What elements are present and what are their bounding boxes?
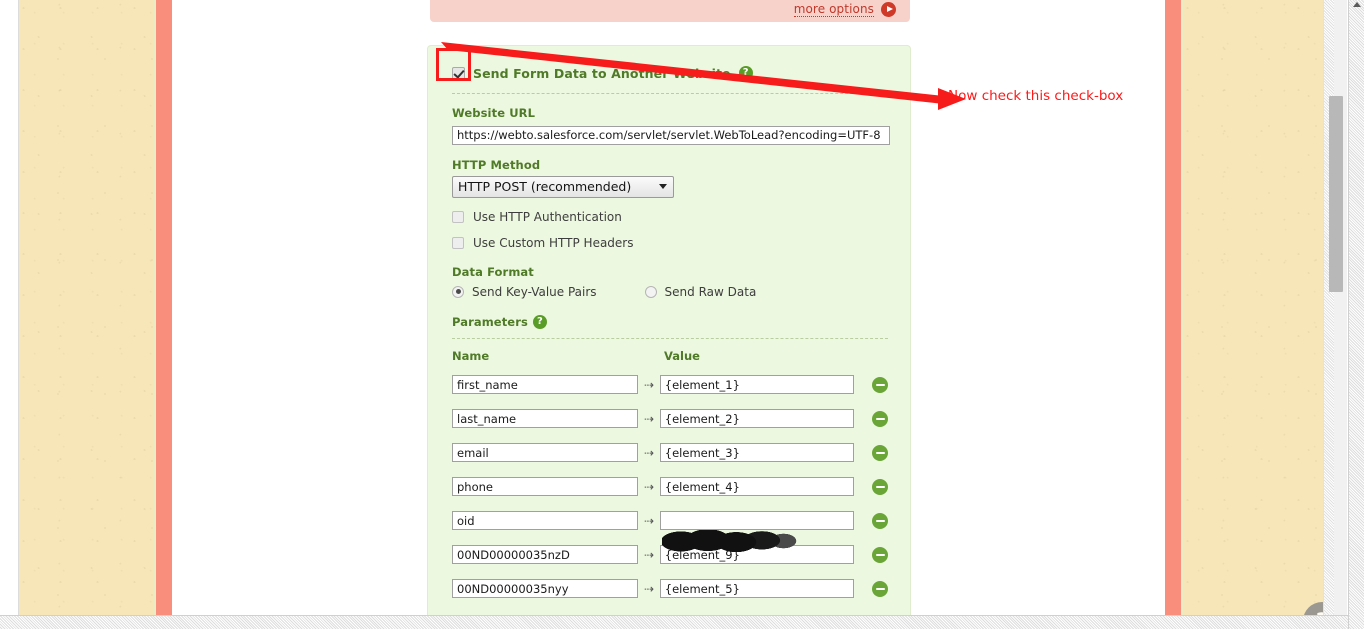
website-url-input[interactable] xyxy=(452,125,890,145)
more-options-link[interactable]: more options xyxy=(793,2,874,17)
parameter-name-input[interactable] xyxy=(452,409,639,428)
section-header: Send Form Data to Another Website ? xyxy=(452,63,888,83)
parameters-header: Parameters ? xyxy=(452,314,888,329)
parameters-rows: ⇢ ⇢ ⇢ ⇢ ⇢ ⇢ ⇢ xyxy=(452,368,888,606)
play-circle-icon[interactable] xyxy=(881,2,896,17)
parameter-row: ⇢ xyxy=(452,368,888,402)
inner-scrollbar-track xyxy=(1324,0,1334,615)
page-stripe-left xyxy=(154,0,172,615)
minus-circle-icon[interactable] xyxy=(872,512,888,529)
parameter-value-input[interactable] xyxy=(659,409,854,428)
page-background-right xyxy=(1183,0,1323,615)
parameter-name-input[interactable] xyxy=(452,511,639,530)
inner-scrollbar-thumb[interactable] xyxy=(1329,96,1343,292)
parameter-row: ⇢ xyxy=(452,402,888,436)
section-title: Send Form Data to Another Website xyxy=(473,65,731,81)
website-url-label: Website URL xyxy=(452,106,536,120)
minus-circle-icon[interactable] xyxy=(872,376,888,393)
minus-circle-icon[interactable] xyxy=(872,410,888,427)
send-form-data-panel: Send Form Data to Another Website ? Webs… xyxy=(427,45,911,629)
maps-to-arrow-icon: ⇢ xyxy=(644,513,655,528)
parameter-name-input[interactable] xyxy=(452,443,639,462)
parameters-divider xyxy=(452,337,888,339)
minus-circle-icon[interactable] xyxy=(872,444,888,461)
radio-send-raw-data[interactable] xyxy=(644,285,657,298)
parameter-value-input[interactable] xyxy=(659,545,854,564)
parameters-label: Parameters xyxy=(452,314,528,329)
parameter-value-input[interactable] xyxy=(659,443,854,462)
use-http-auth-label: Use HTTP Authentication xyxy=(473,209,622,224)
question-mark-icon[interactable]: ? xyxy=(738,66,753,80)
radio-send-key-value-pairs-label: Send Key-Value Pairs xyxy=(472,284,597,299)
http-method-label: HTTP Method xyxy=(452,157,541,172)
http-method-select[interactable]: HTTP POST (recommended) xyxy=(452,175,674,198)
use-custom-headers-row[interactable]: Use Custom HTTP Headers xyxy=(452,236,888,250)
maps-to-arrow-icon: ⇢ xyxy=(644,581,655,596)
column-header-value: Value xyxy=(664,348,700,363)
parameter-value-input[interactable] xyxy=(659,579,854,598)
parameter-value-input[interactable] xyxy=(659,511,854,530)
maps-to-arrow-icon: ⇢ xyxy=(644,479,655,494)
minus-circle-icon[interactable] xyxy=(872,546,888,563)
use-custom-headers-checkbox[interactable] xyxy=(452,236,464,249)
parameter-row: ⇢ xyxy=(452,572,888,606)
parameters-question-mark-icon[interactable]: ? xyxy=(532,314,547,329)
minus-circle-icon[interactable] xyxy=(872,478,888,495)
parameter-row: ⇢ xyxy=(452,504,888,538)
parameter-name-input[interactable] xyxy=(452,375,639,394)
http-method-selected-value[interactable]: HTTP POST (recommended) xyxy=(452,175,674,198)
screenshot-root: more options Send Form Data to Another W… xyxy=(0,0,1364,629)
more-options-row: more options xyxy=(793,2,896,17)
inner-vertical-scrollbar[interactable] xyxy=(1323,0,1347,615)
parameter-value-input[interactable] xyxy=(659,477,854,496)
data-format-label: Data Format xyxy=(452,264,534,279)
parameter-name-input[interactable] xyxy=(452,477,639,496)
browser-horizontal-scrollbar[interactable] xyxy=(0,615,1348,629)
radio-send-raw-data-label: Send Raw Data xyxy=(664,284,757,299)
use-custom-headers-label: Use Custom HTTP Headers xyxy=(473,235,634,250)
pink-options-panel: more options xyxy=(430,0,910,22)
parameters-column-headers: Name Value xyxy=(452,349,888,363)
maps-to-arrow-icon: ⇢ xyxy=(644,377,655,392)
data-format-radio-group: Send Key-Value Pairs Send Raw Data xyxy=(452,285,888,299)
send-form-data-checkbox[interactable] xyxy=(452,66,465,80)
scroll-up-arrow-icon[interactable] xyxy=(1353,2,1361,7)
page-stripe-right xyxy=(1165,0,1183,615)
parameter-value-input[interactable] xyxy=(659,375,854,394)
column-header-name: Name xyxy=(452,348,490,363)
parameter-row: ⇢ xyxy=(452,538,888,572)
maps-to-arrow-icon: ⇢ xyxy=(644,445,655,460)
parameter-name-input[interactable] xyxy=(452,545,639,564)
use-http-auth-checkbox[interactable] xyxy=(452,210,464,223)
minus-circle-icon[interactable] xyxy=(872,580,888,597)
maps-to-arrow-icon: ⇢ xyxy=(644,547,655,562)
radio-send-key-value-pairs[interactable] xyxy=(452,285,464,298)
parameter-name-input[interactable] xyxy=(452,579,639,598)
page-background-left xyxy=(18,0,154,615)
parameter-row: ⇢ xyxy=(452,436,888,470)
section-divider xyxy=(452,93,888,94)
browser-vertical-scrollbar[interactable] xyxy=(1348,0,1364,629)
use-http-auth-row[interactable]: Use HTTP Authentication xyxy=(452,210,888,224)
parameter-row: ⇢ xyxy=(452,470,888,504)
maps-to-arrow-icon: ⇢ xyxy=(644,411,655,426)
